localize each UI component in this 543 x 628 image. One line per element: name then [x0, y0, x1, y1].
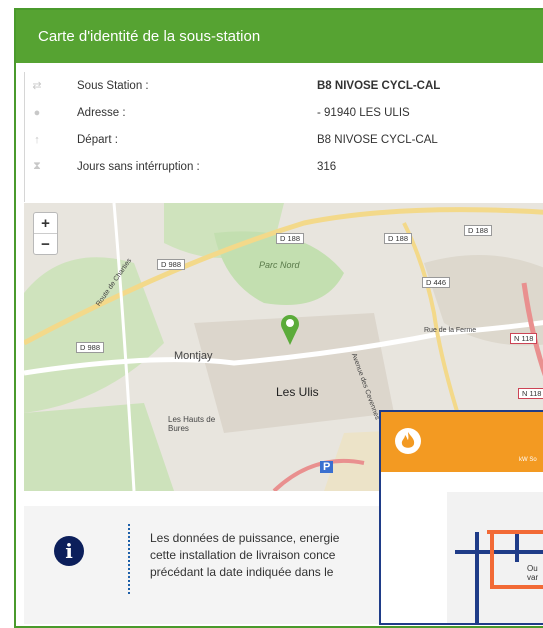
- info-label: Jours sans intérruption :: [77, 160, 200, 173]
- road-badge: D 988: [76, 342, 105, 353]
- map-label-parc-nord: Parc Nord: [259, 260, 300, 270]
- road-badge: N 118: [510, 333, 538, 344]
- map-pin-icon: ●: [33, 106, 41, 119]
- parking-icon: P: [320, 461, 334, 473]
- road-badge: D 188: [464, 225, 493, 236]
- info-label: Sous Station :: [77, 79, 149, 92]
- info-label: Départ :: [77, 133, 118, 146]
- road-badge: D 988: [157, 259, 186, 270]
- info-icon: i: [54, 536, 84, 566]
- map-label-rue-ferme: Rue de la Ferme: [424, 327, 477, 334]
- arrow-up-icon: ↑: [34, 133, 40, 146]
- map-label-montjay: Montjay: [174, 350, 213, 362]
- info-value: - 91940 LES ULIS: [317, 106, 410, 119]
- substation-info: ⇄ Sous Station : B8 NIVOSE CYCL-CAL ● Ad…: [24, 72, 543, 202]
- info-value: B8 NIVOSE CYCL-CAL: [317, 79, 441, 92]
- info-row-days: ⧗ Jours sans intérruption : 316: [25, 153, 543, 180]
- road-badge: D 188: [276, 233, 305, 244]
- energy-panel: Ou var: [447, 492, 543, 623]
- map-label-les-hauts: Les Hauts de Bures: [168, 415, 216, 433]
- notice-divider: [128, 524, 130, 594]
- card-title: Carte d'identité de la sous-station: [38, 28, 261, 45]
- zoom-out-button[interactable]: −: [34, 234, 57, 254]
- road-badge: D 446: [422, 277, 451, 288]
- hourglass-icon: ⧗: [33, 160, 41, 172]
- info-row-substation: ⇄ Sous Station : B8 NIVOSE CYCL-CAL: [25, 72, 543, 99]
- energy-card-header: kW So: [381, 412, 543, 472]
- energy-card-overlay: kW So Ou var: [379, 410, 543, 625]
- panel-label: var: [527, 573, 539, 582]
- info-value: 316: [317, 160, 337, 173]
- info-value: B8 NIVOSE CYCL-CAL: [317, 133, 438, 146]
- flame-icon: [395, 428, 421, 454]
- info-row-departure: ↑ Départ : B8 NIVOSE CYCL-CAL: [25, 126, 543, 153]
- info-row-address: ● Adresse : - 91940 LES ULIS: [25, 99, 543, 126]
- panel-label: Ou: [527, 564, 538, 573]
- zoom-in-button[interactable]: +: [34, 213, 57, 234]
- shuffle-icon: ⇄: [32, 80, 42, 92]
- card-header: Carte d'identité de la sous-station: [16, 10, 543, 63]
- road-badge: D 188: [384, 233, 413, 244]
- info-label: Adresse :: [77, 106, 126, 119]
- road-badge: N 118: [518, 388, 543, 399]
- panel-diagram: [455, 530, 543, 623]
- map-label-les-ulis: Les Ulis: [276, 385, 319, 399]
- zoom-control: + −: [33, 212, 58, 255]
- energy-card-unit: kW So: [519, 457, 537, 463]
